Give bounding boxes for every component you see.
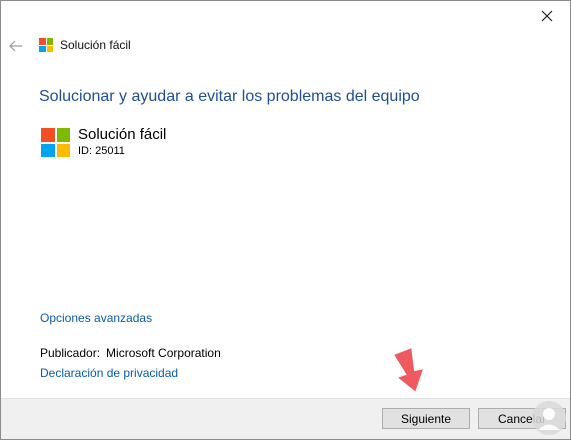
microsoft-logo-icon [39, 38, 53, 52]
app-title: Solución fácil [60, 38, 131, 52]
microsoft-logo-icon [41, 128, 70, 157]
privacy-statement-link[interactable]: Declaración de privacidad [40, 366, 178, 380]
app-header: Solución fácil [39, 38, 131, 52]
publisher-row: Publicador: Microsoft Corporation [40, 346, 221, 360]
troubleshooter-info: Solución fácil ID: 25011 [41, 126, 167, 157]
dialog-footer: Siguiente Cancelar [1, 398, 570, 439]
close-icon [541, 10, 553, 22]
back-button[interactable] [5, 35, 27, 57]
pointer-arrow-icon [394, 348, 423, 392]
next-button[interactable]: Siguiente [382, 408, 470, 429]
advanced-options-link[interactable]: Opciones avanzadas [40, 311, 152, 325]
publisher-value: Microsoft Corporation [106, 346, 221, 360]
troubleshooter-name: Solución fácil [78, 126, 167, 143]
publisher-label: Publicador: [40, 346, 101, 360]
troubleshooter-id: ID: 25011 [78, 145, 125, 157]
page-heading: Solucionar y ayudar a evitar los problem… [39, 88, 420, 105]
dialog-window: Solución fácil Solucionar y ayudar a evi… [0, 0, 571, 440]
watermark-logo-icon [532, 401, 566, 435]
close-button[interactable] [524, 1, 570, 31]
back-arrow-icon [9, 40, 22, 52]
